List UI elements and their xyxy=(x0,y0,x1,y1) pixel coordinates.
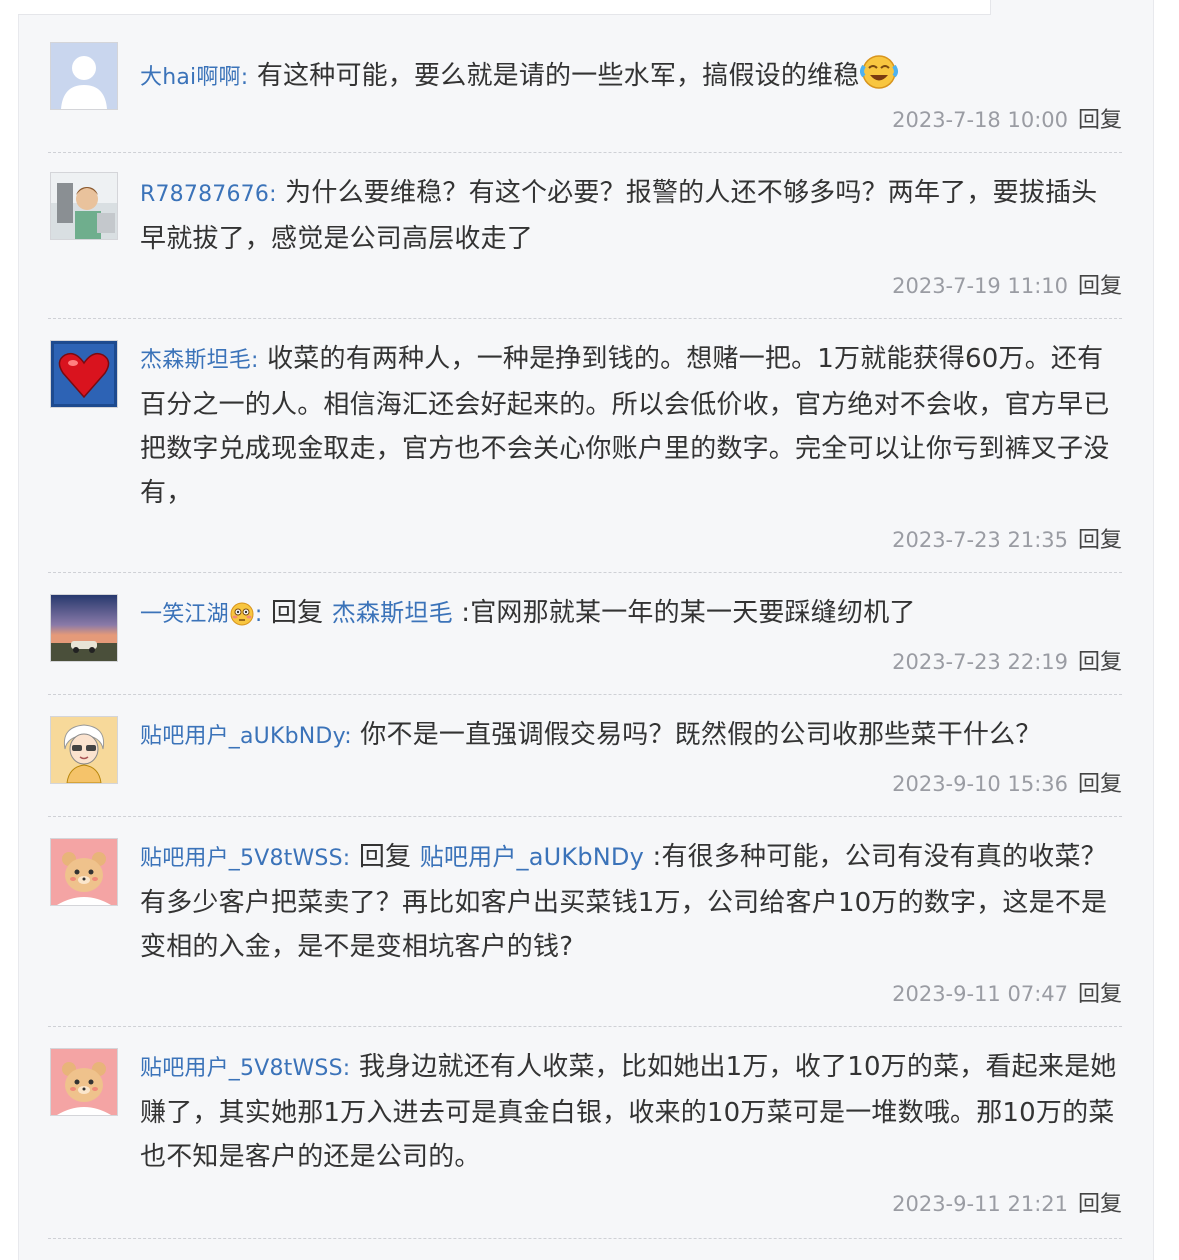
reply-button[interactable]: 回复 xyxy=(1078,982,1122,1007)
comment-body: 大hai啊啊: 有这种可能，要么就是请的一些水军，搞假设的维稳 xyxy=(140,50,1122,104)
reply-target-link[interactable]: 贴吧用户_aUKbNDy xyxy=(420,843,644,871)
comment-meta: 2023-7-23 22:19 回复 xyxy=(892,644,1122,676)
avatar[interactable] xyxy=(50,340,118,408)
reply-word: 回复 xyxy=(358,842,412,872)
colon: : xyxy=(342,1056,351,1081)
reply-word: 回复 xyxy=(270,598,324,628)
username-link[interactable]: 杰森斯坦毛 xyxy=(140,348,251,373)
avatar[interactable] xyxy=(50,716,118,784)
comment-text: 你不是一直强调假交易吗？既然假的公司收那些菜干什么？ xyxy=(360,720,1042,750)
comment-body: 贴吧用户_5V8tWSS: 回复 贴吧用户_aUKbNDy :有很多种可能，公司… xyxy=(140,835,1122,969)
username-link[interactable]: 贴吧用户_5V8tWSS xyxy=(140,1056,343,1081)
reply-button[interactable]: 回复 xyxy=(1078,1192,1122,1217)
colon: : xyxy=(251,348,259,373)
avatar[interactable] xyxy=(50,838,118,906)
default-user-avatar-icon xyxy=(51,43,117,109)
username-link[interactable]: 贴吧用户_5V8tWSS xyxy=(140,846,343,871)
username-link[interactable]: 大hai啊啊 xyxy=(140,65,241,90)
flushed-emoji-icon xyxy=(229,597,255,641)
crying-laughing-emoji-icon xyxy=(859,50,899,104)
child-photo-avatar-icon xyxy=(51,173,117,239)
comment-item: 贴吧用户_5V8tWSS: 回复 贴吧用户_aUKbNDy :有很多种可能，公司… xyxy=(48,816,1122,1027)
comment-text: 为什么要维稳？有这个必要？报警的人还不够多吗？两年了，要拔插头早就拔了，感觉是公… xyxy=(140,178,1098,254)
comment-meta: 2023-9-11 21:21 回复 xyxy=(892,1186,1122,1218)
comment-text: :官网那就某一年的某一天要踩缝纫机了 xyxy=(461,598,916,628)
comment-item: 贴吧用户_aUKbNDy: 你不是一直强调假交易吗？既然假的公司收那些菜干什么？… xyxy=(48,694,1122,817)
reply-button[interactable]: 回复 xyxy=(1078,528,1122,553)
red-heart-avatar-icon xyxy=(51,341,117,407)
timestamp: 2023-7-23 22:19 xyxy=(892,650,1068,674)
reply-button[interactable]: 回复 xyxy=(1078,650,1122,675)
colon: : xyxy=(254,602,263,627)
timestamp: 2023-7-18 10:00 xyxy=(892,108,1068,132)
timestamp: 2023-9-11 21:21 xyxy=(892,1192,1068,1216)
colon: : xyxy=(342,846,351,871)
comment-item: 杰森斯坦毛: 收菜的有两种人，一种是挣到钱的。想赌一把。1万就能获得60万。还有… xyxy=(48,318,1122,573)
comment-text: 有这种可能，要么就是请的一些水军，搞假设的维稳 xyxy=(256,61,860,91)
avatar[interactable] xyxy=(50,42,118,110)
reply-button[interactable]: 回复 xyxy=(1078,274,1122,299)
reply-target-link[interactable]: 杰森斯坦毛 xyxy=(332,599,453,627)
avatar[interactable] xyxy=(50,594,118,662)
top-divider xyxy=(18,0,991,15)
avatar[interactable] xyxy=(50,1048,118,1116)
timestamp: 2023-7-19 11:10 xyxy=(892,274,1068,298)
comment-meta: 2023-7-19 11:10 回复 xyxy=(892,268,1122,300)
comment-meta: 2023-9-11 07:47 回复 xyxy=(892,976,1122,1008)
avatar[interactable] xyxy=(50,172,118,240)
colon: : xyxy=(344,724,352,749)
timestamp: 2023-9-11 07:47 xyxy=(892,982,1068,1006)
cartoon-bear-avatar-icon xyxy=(51,839,117,905)
comment-meta: 2023-7-18 10:00 回复 xyxy=(892,102,1122,134)
comment-body: 杰森斯坦毛: 收菜的有两种人，一种是挣到钱的。想赌一把。1万就能获得60万。还有… xyxy=(140,337,1122,515)
colon: : xyxy=(269,182,277,207)
comment-body: 贴吧用户_5V8tWSS: 我身边就还有人收菜，比如她出1万，收了10万的菜，看… xyxy=(140,1045,1122,1179)
username-link[interactable]: R78787676 xyxy=(140,182,269,207)
comment-item: R78787676: 为什么要维稳？有这个必要？报警的人还不够多吗？两年了，要拔… xyxy=(48,152,1122,319)
comment-meta: 2023-7-23 21:35 回复 xyxy=(892,522,1122,554)
comment-body: 贴吧用户_aUKbNDy: 你不是一直强调假交易吗？既然假的公司收那些菜干什么？ xyxy=(140,713,1122,759)
cartoon-person-avatar-icon xyxy=(51,717,117,783)
comment-item: 贴吧用户_5V8tWSS: 我身边就还有人收菜，比如她出1万，收了10万的菜，看… xyxy=(48,1026,1122,1239)
sunset-car-avatar-icon xyxy=(51,595,117,661)
comment-meta: 2023-9-10 15:36 回复 xyxy=(892,766,1122,798)
comment-body: 一笑江湖: 回复 杰森斯坦毛 :官网那就某一年的某一天要踩缝纫机了 xyxy=(140,591,1122,641)
username-link[interactable]: 一笑江湖 xyxy=(140,602,229,627)
comment-item: 一笑江湖: 回复 杰森斯坦毛 :官网那就某一年的某一天要踩缝纫机了 2023-7… xyxy=(48,572,1122,695)
comment-item: 大hai啊啊: 有这种可能，要么就是请的一些水军，搞假设的维稳 2023-7-1… xyxy=(48,34,1122,153)
timestamp: 2023-9-10 15:36 xyxy=(892,772,1068,796)
cartoon-bear-avatar-icon xyxy=(51,1049,117,1115)
comment-text: 收菜的有两种人，一种是挣到钱的。想赌一把。1万就能获得60万。还有百分之一的人。… xyxy=(140,344,1110,508)
reply-button[interactable]: 回复 xyxy=(1078,772,1122,797)
timestamp: 2023-7-23 21:35 xyxy=(892,528,1068,552)
username-link[interactable]: 贴吧用户_aUKbNDy xyxy=(140,724,344,749)
reply-button[interactable]: 回复 xyxy=(1078,108,1122,133)
colon: : xyxy=(240,65,249,90)
comment-body: R78787676: 为什么要维稳？有这个必要？报警的人还不够多吗？两年了，要拔… xyxy=(140,171,1122,261)
